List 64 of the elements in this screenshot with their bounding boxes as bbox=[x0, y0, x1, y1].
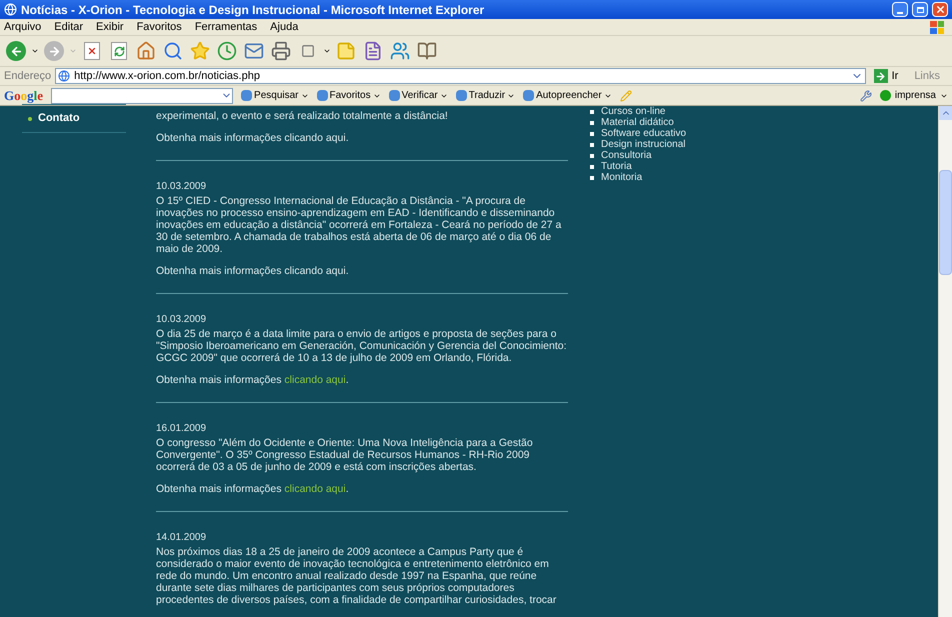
menu-item[interactable]: Favoritos bbox=[136, 18, 182, 36]
bullet-icon bbox=[590, 110, 594, 114]
nav-link[interactable]: Contato bbox=[38, 110, 80, 127]
menu-item[interactable]: Ferramentas bbox=[194, 18, 258, 36]
bullet-icon bbox=[590, 176, 594, 180]
close-button[interactable] bbox=[932, 2, 948, 17]
menu-item[interactable]: Ajuda bbox=[270, 18, 298, 36]
service-link[interactable]: Consultoria bbox=[601, 150, 652, 161]
bullet-icon bbox=[590, 132, 594, 136]
caret-icon[interactable] bbox=[323, 47, 331, 55]
close-icon bbox=[934, 4, 946, 15]
more-info-link[interactable]: clicando aqui bbox=[284, 483, 346, 495]
bullet-icon bbox=[590, 142, 594, 146]
toolbar-button[interactable]: Favoritos bbox=[316, 88, 381, 103]
printer-icon[interactable] bbox=[269, 39, 293, 63]
news-date: 16.01.2009 bbox=[156, 423, 208, 435]
google-search-field[interactable] bbox=[51, 88, 234, 104]
scrollbar-thumb[interactable] bbox=[939, 170, 952, 275]
menu-item[interactable]: Arquivo bbox=[4, 18, 42, 36]
account-button[interactable]: imprensa bbox=[880, 88, 948, 103]
go-button[interactable]: Ir bbox=[870, 68, 902, 84]
restore-button[interactable] bbox=[912, 2, 928, 17]
toolbar-button[interactable]: Pesquisar bbox=[241, 88, 308, 103]
more-info-text: Obtenha mais informações clicando aqui. bbox=[156, 265, 350, 277]
caret-icon[interactable] bbox=[31, 47, 39, 55]
news-text: O dia 25 de março é a data limite para o envio de artigos e proposta de seções para o "Simposio Iberoamericano em Generación, Comunicación y Gerencia del Conocimiento: GCGC 2009" que ocorrerá de 10 a 13 de julho de 2009 em Orlando, Flórida. bbox=[156, 328, 568, 364]
service-link[interactable]: Monitoria bbox=[601, 172, 642, 183]
menu-item[interactable]: Exibir bbox=[96, 18, 124, 36]
service-link[interactable]: Software educativo bbox=[601, 128, 686, 139]
more-info-text: Obtenha mais informações clicando aqui. bbox=[156, 132, 350, 144]
toolbar-button[interactable]: Autopreencher bbox=[523, 88, 612, 103]
menu-item[interactable]: Editar bbox=[54, 18, 84, 36]
more-info-link[interactable]: clicando aqui bbox=[284, 374, 346, 386]
more-info-link[interactable]: clicando aqui bbox=[284, 132, 346, 144]
window-title: Notícias - X-Orion - Tecnologia e Design Instrucional - Microsoft Internet Explorer bbox=[21, 2, 486, 18]
news-date: 14.01.2009 bbox=[156, 532, 208, 544]
service-link[interactable]: Material didático bbox=[601, 117, 674, 128]
news-date: 10.03.2009 bbox=[156, 314, 208, 326]
toolbar-button[interactable]: Verificar bbox=[388, 88, 448, 103]
windows-logo-icon bbox=[930, 20, 944, 34]
more-info-text: Obtenha mais informações clicando aqui. bbox=[156, 374, 350, 386]
more-info-text: Obtenha mais informações clicando aqui. bbox=[156, 483, 350, 495]
bullet-icon bbox=[590, 164, 594, 168]
service-link[interactable]: Tutoria bbox=[601, 161, 632, 172]
toolbar-button[interactable]: Traduzir bbox=[456, 88, 516, 103]
service-link[interactable]: Design instrucional bbox=[601, 139, 686, 150]
address-field[interactable]: http://www.x-orion.com.br/noticias.php bbox=[55, 68, 866, 84]
news-text: O congresso "Além do Ocidente e Oriente: Uma Nova Inteligência para a Gestão Convergente". O 35º Congresso Estadual de Recursos Humanos - RH-Rio 2009 ocorrerá de 03 a 05 de junho de 2009 e está com inscrições abertas. bbox=[156, 437, 534, 473]
history-icon[interactable] bbox=[215, 39, 239, 63]
news-text: Nos próximos dias 18 a 25 de janeiro de 2009 acontece a Campus Party que é considerado o maior evento de inovação tecnológica e entretenimento eletrônico em rede do mundo. Um encontro anual realizado desde 1997 na Espanha, que reúne durante sete dias milhares de participantes com seus próprios computadores procedentes de diversos países, com a finalidade de compartilhar curiosidades, trocar bbox=[156, 546, 558, 606]
bullet-icon bbox=[590, 154, 594, 158]
bullet-icon bbox=[590, 120, 594, 124]
google-logo: Google bbox=[4, 86, 44, 105]
more-info-link[interactable]: clicando aqui bbox=[284, 265, 346, 277]
settings-icon[interactable] bbox=[860, 90, 872, 102]
news-text: experimental, o evento e será realizado totalmente a distância! bbox=[156, 110, 449, 122]
browser-icon bbox=[4, 3, 17, 16]
bullet-icon bbox=[28, 116, 32, 120]
service-link[interactable]: Cursos on-line bbox=[601, 106, 666, 117]
scrollbar[interactable] bbox=[938, 106, 952, 617]
minimize-button[interactable] bbox=[892, 2, 908, 17]
address-label: Endereço bbox=[4, 68, 52, 84]
news-date: 10.03.2009 bbox=[156, 181, 208, 193]
news-text: O 15º CIED - Congresso Internacional de Educação a Distância - "A procura de inovações no processo ensino-aprendizagem em EAD - Identificando e disseminando inovações em educação a distância" ocorrerá em Fortaleza - Ceará no período de 27 a 30 de setembro. A chamada de trabalhos está aberta de 06 de março até o dia 06 de maio de 2009. bbox=[156, 195, 562, 255]
